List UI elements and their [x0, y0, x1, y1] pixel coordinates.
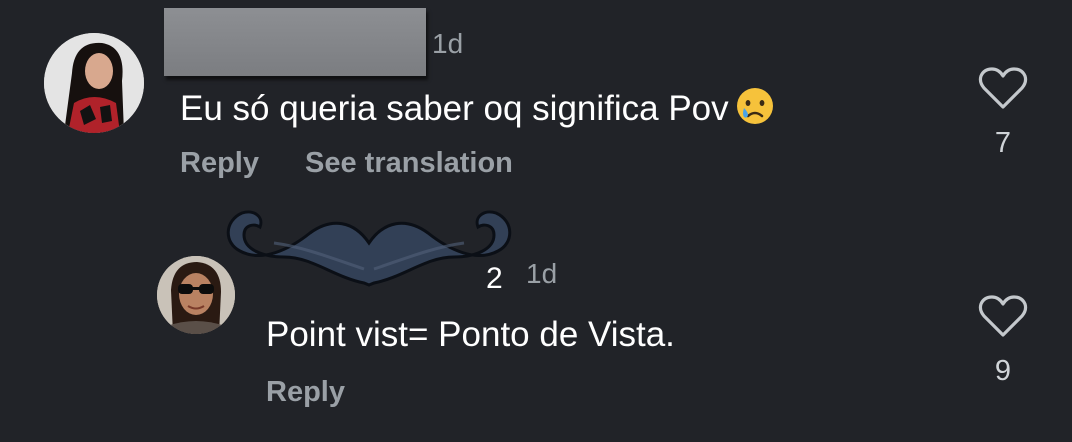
- reply-button-2[interactable]: Reply: [266, 376, 345, 409]
- comment-2-text: Point vist= Ponto de Vista.: [266, 315, 675, 354]
- comment-1-time: 1d: [432, 28, 464, 59]
- mustache-sticker: [226, 210, 512, 287]
- comment-2-time: 1d: [526, 258, 558, 289]
- comment-1-text: Eu só queria saber oq significa Pov: [180, 86, 775, 129]
- commenter-1-avatar[interactable]: [44, 33, 144, 133]
- heart-outline-icon[interactable]: [978, 66, 1028, 110]
- redacted-username: [164, 8, 426, 76]
- heart-outline-icon-2[interactable]: [978, 294, 1028, 338]
- comment-1-text-content: Eu só queria saber oq significa Pov: [180, 89, 729, 128]
- comment-2-like-count: 9: [994, 355, 1012, 387]
- reply-button[interactable]: Reply: [180, 147, 259, 180]
- comment-1-like-count: 7: [994, 127, 1012, 159]
- crying-face-emoji: [735, 86, 775, 126]
- see-translation-button[interactable]: See translation: [305, 147, 513, 180]
- avatar-photo-1: [44, 33, 144, 133]
